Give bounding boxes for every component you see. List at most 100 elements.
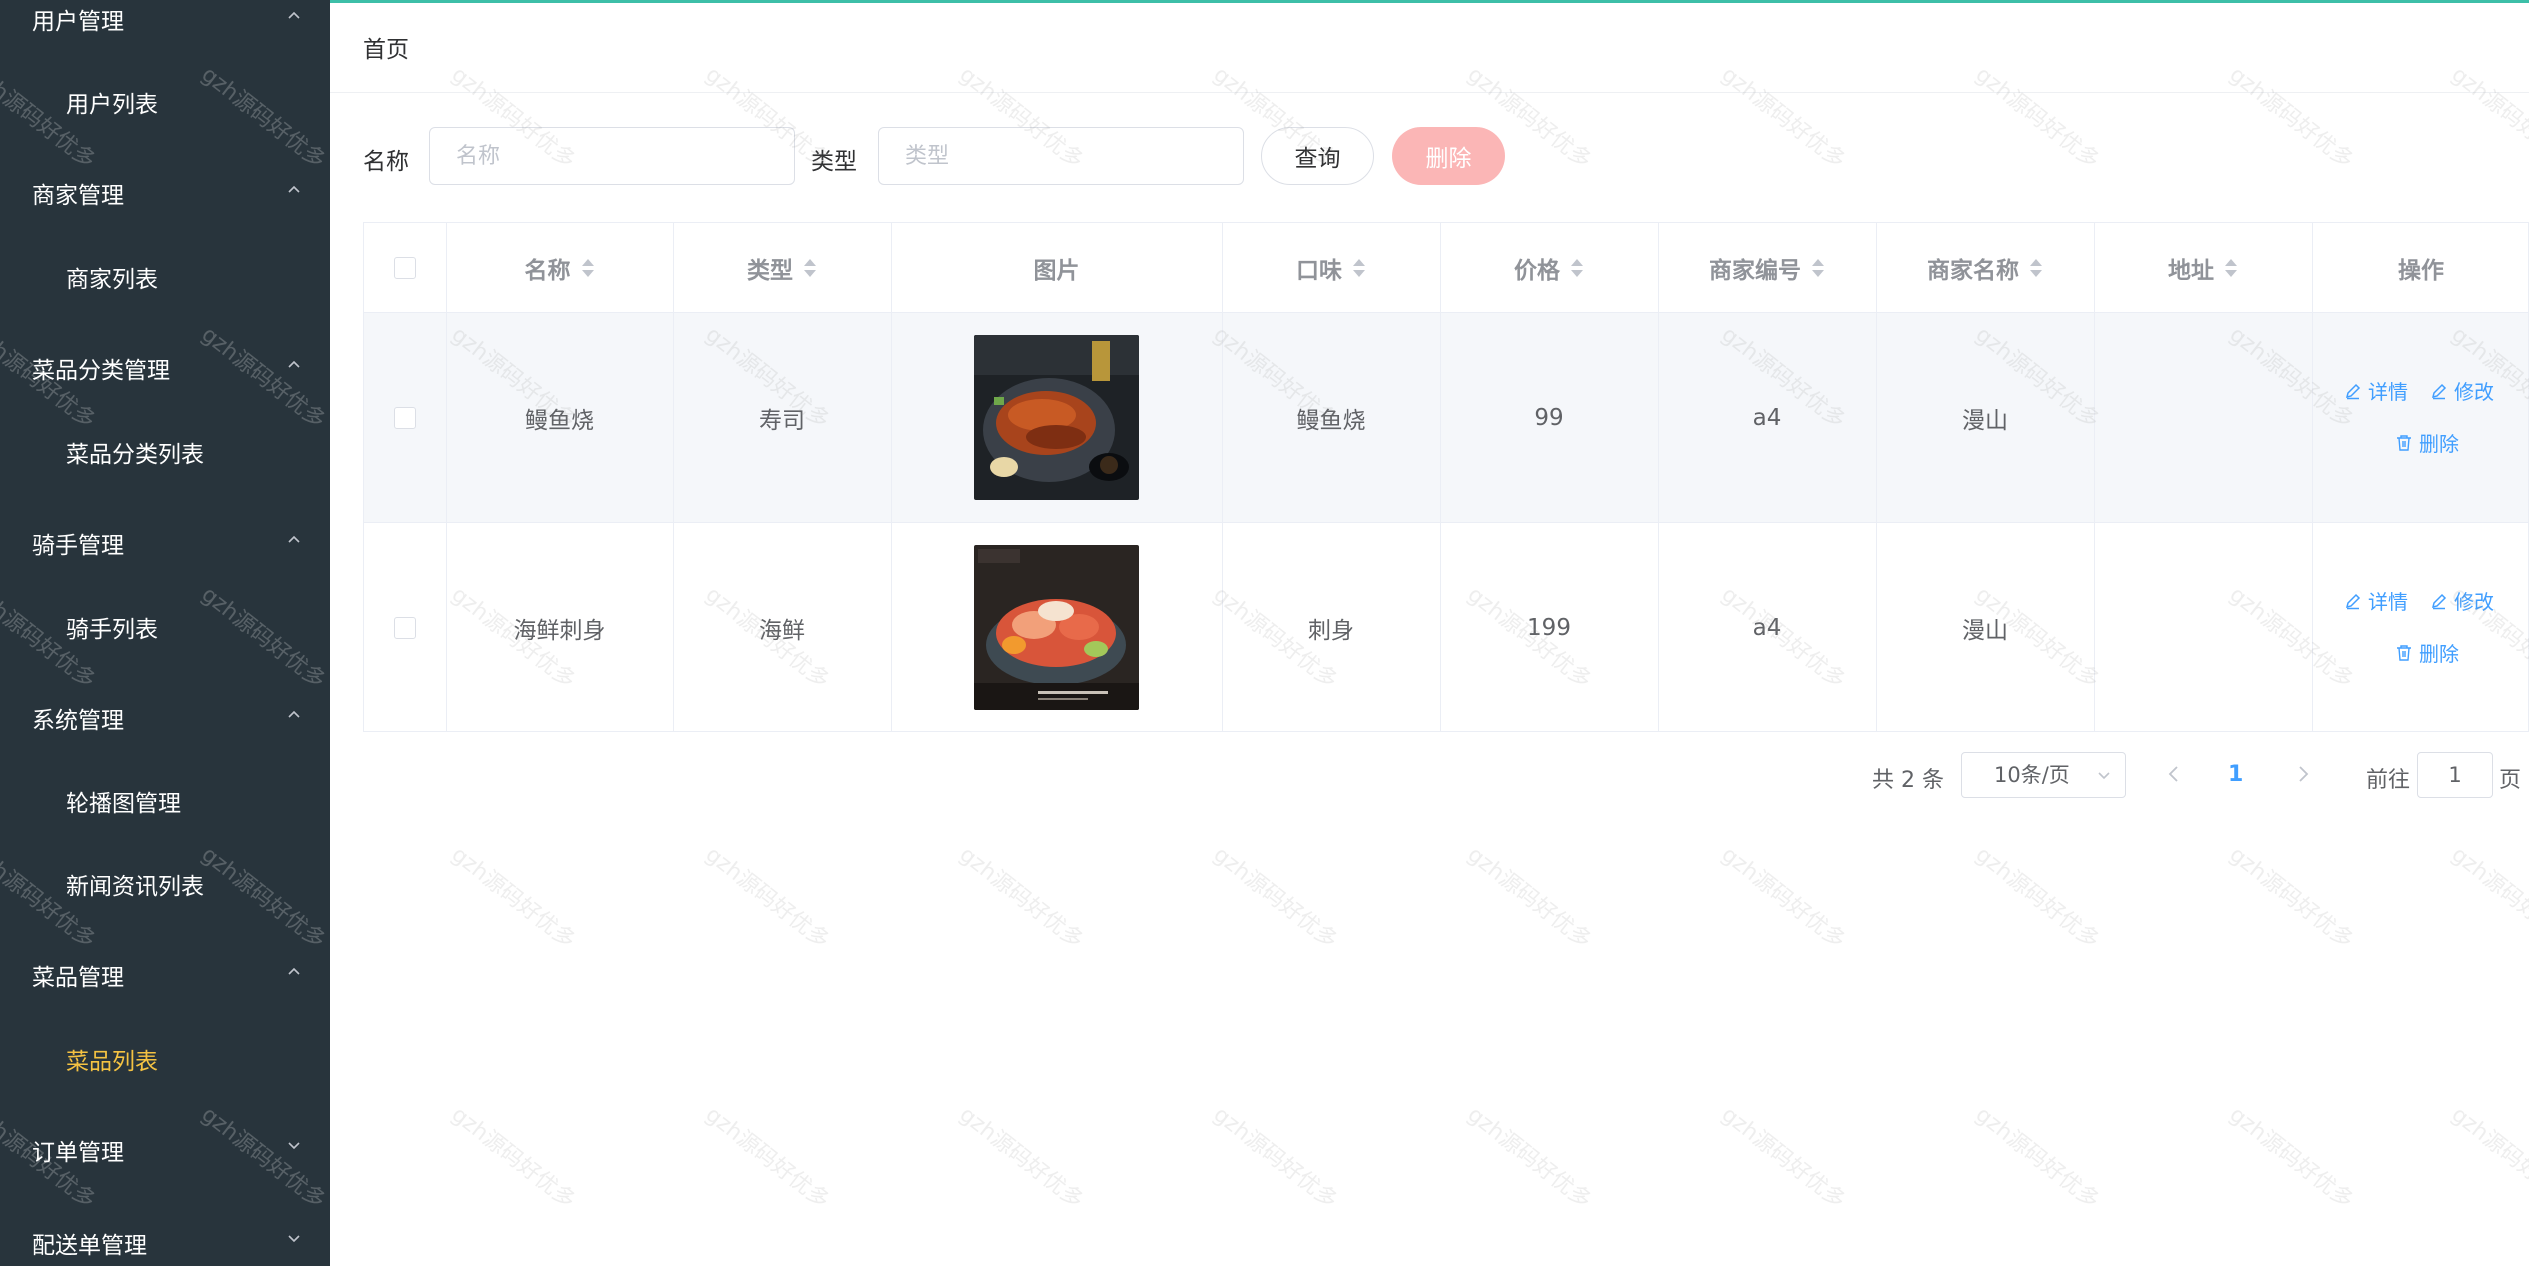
column-header-label: 图片 (1033, 258, 1080, 284)
sort-icon[interactable] (1811, 257, 1825, 279)
sort-icon[interactable] (1570, 257, 1584, 279)
column-header-name[interactable]: 名称 (446, 223, 673, 313)
watermark-text: gzh源码好优多 (1970, 842, 2104, 954)
cell-address (2094, 313, 2312, 522)
watermark-text: gzh源码好优多 (1208, 842, 1342, 954)
menu-group-order-management[interactable]: 订单管理 (32, 1133, 124, 1173)
column-header-address[interactable]: 地址 (2094, 223, 2312, 313)
cell-merchant-no: a4 (1752, 614, 1782, 641)
page-number-current[interactable]: 1 (2228, 762, 2243, 787)
pagination-total: 共 2 条 (1872, 768, 1944, 793)
edit-pen-icon (2345, 383, 2361, 399)
edit-pen-icon (2345, 593, 2361, 609)
delete-button[interactable]: 删除 (2395, 428, 2459, 457)
chevron-up-icon[interactable] (288, 534, 300, 546)
type-search-label: 类型 (811, 149, 857, 175)
chevron-left-icon (2168, 766, 2178, 782)
column-header-label: 名称 (524, 258, 571, 284)
watermark-text: gzh源码好优多 (1970, 62, 2104, 174)
cell-merchant-name: 漫山 (1962, 617, 2008, 644)
column-divider (446, 223, 447, 731)
cell-price: 199 (1527, 614, 1571, 641)
breadcrumb-home[interactable]: 首页 (363, 30, 409, 64)
edit-button[interactable]: 修改 (2430, 376, 2494, 405)
cell-merchant-no: a4 (1752, 404, 1782, 431)
column-header-merchant-name[interactable]: 商家名称 (1876, 223, 2094, 313)
cell-type: 海鲜 (759, 617, 805, 644)
sidebar-item-dish-category-list[interactable]: 菜品分类列表 (66, 435, 204, 475)
edit-button[interactable]: 修改 (2430, 586, 2494, 615)
column-divider (891, 223, 892, 731)
cell-actions: 详情 修改 删除 (2312, 313, 2522, 522)
menu-group-merchant-management[interactable]: 商家管理 (32, 176, 124, 216)
column-header-label: 商家编号 (1709, 258, 1801, 284)
name-search-input[interactable] (429, 127, 795, 185)
sidebar-item-news-list[interactable]: 新闻资讯列表 (66, 867, 204, 907)
watermark-text: gzh源码好优多 (954, 842, 1088, 954)
column-divider (2094, 223, 2095, 731)
sort-icon[interactable] (1352, 257, 1366, 279)
watermark-text: gzh源码好优多 (2224, 62, 2358, 174)
watermark-text: gzh源码好优多 (1462, 1102, 1596, 1214)
sort-icon[interactable] (2029, 257, 2043, 279)
menu-group-user-management[interactable]: 用户管理 (32, 2, 124, 42)
type-search-input[interactable] (878, 127, 1244, 185)
goto-page-input[interactable] (2417, 752, 2493, 798)
column-header-label: 口味 (1296, 258, 1342, 284)
page-suffix-label: 页 (2499, 768, 2522, 793)
watermark-text: gzh源码好优多 (196, 322, 330, 434)
query-button[interactable]: 查询 (1261, 127, 1374, 185)
column-header-merchant-no[interactable]: 商家编号 (1658, 223, 1876, 313)
sidebar-item-carousel-management[interactable]: 轮播图管理 (66, 784, 181, 824)
column-header-label: 商家名称 (1927, 258, 2019, 284)
grilled-eel-dish-image[interactable] (974, 335, 1139, 500)
select-all-checkbox[interactable] (394, 257, 416, 279)
column-header-type[interactable]: 类型 (673, 223, 891, 313)
column-header-actions: 操作 (2312, 223, 2528, 313)
detail-button[interactable]: 详情 (2344, 376, 2408, 405)
menu-group-rider-management[interactable]: 骑手管理 (32, 526, 124, 566)
seafood-sashimi-image[interactable] (974, 545, 1139, 710)
detail-button[interactable]: 详情 (2344, 586, 2408, 615)
sidebar-item-dish-list[interactable]: 菜品列表 (66, 1042, 158, 1082)
chevron-up-icon[interactable] (288, 184, 300, 196)
sort-icon[interactable] (581, 257, 595, 279)
menu-group-system-management[interactable]: 系统管理 (32, 701, 124, 741)
menu-group-delivery-management[interactable]: 配送单管理 (32, 1226, 147, 1266)
table-row: 海鲜刺身 海鲜 刺身 199 a4 漫山 详情 修改 删除 (364, 523, 2528, 731)
delete-button[interactable]: 删除 (2395, 638, 2459, 667)
page-size-select[interactable]: 10条/页 (1961, 752, 2126, 798)
watermark-text: gzh源码好优多 (2446, 842, 2529, 954)
detail-label: 详情 (2368, 590, 2408, 614)
chevron-up-icon[interactable] (288, 10, 300, 22)
menu-group-dish-category-management[interactable]: 菜品分类管理 (32, 351, 170, 391)
edit-pen-icon (2431, 593, 2447, 609)
sort-icon[interactable] (803, 257, 817, 279)
row-checkbox[interactable] (394, 406, 416, 429)
sidebar-item-user-list[interactable]: 用户列表 (66, 85, 158, 125)
prev-page-button[interactable] (2166, 764, 2182, 788)
table-header-row: 名称 类型 图片 口味 价格 商家编号 商家名称 地址 操作 (364, 223, 2528, 313)
chevron-down-icon[interactable] (288, 1232, 300, 1244)
sidebar-item-merchant-list[interactable]: 商家列表 (66, 260, 158, 300)
cell-image (891, 523, 1222, 731)
chevron-up-icon[interactable] (288, 966, 300, 978)
next-page-button[interactable] (2295, 764, 2311, 788)
chevron-up-icon[interactable] (288, 709, 300, 721)
watermark-text: gzh源码好优多 (196, 1102, 330, 1214)
chevron-down-icon[interactable] (288, 1139, 300, 1151)
batch-delete-button[interactable]: 删除 (1392, 127, 1505, 185)
cell-actions: 详情 修改 删除 (2312, 523, 2522, 731)
chevron-up-icon[interactable] (288, 359, 300, 371)
column-divider (1876, 223, 1877, 731)
column-header-label: 地址 (2168, 258, 2214, 284)
sort-icon[interactable] (2224, 257, 2238, 279)
menu-group-dish-management[interactable]: 菜品管理 (32, 958, 124, 998)
column-header-price[interactable]: 价格 (1440, 223, 1658, 313)
watermark-text: gzh源码好优多 (954, 1102, 1088, 1214)
name-search-label: 名称 (363, 149, 409, 175)
row-checkbox[interactable] (394, 616, 416, 639)
column-header-flavor[interactable]: 口味 (1222, 223, 1440, 313)
page-size-value: 10条/页 (1994, 763, 2070, 787)
sidebar-item-rider-list[interactable]: 骑手列表 (66, 610, 158, 650)
